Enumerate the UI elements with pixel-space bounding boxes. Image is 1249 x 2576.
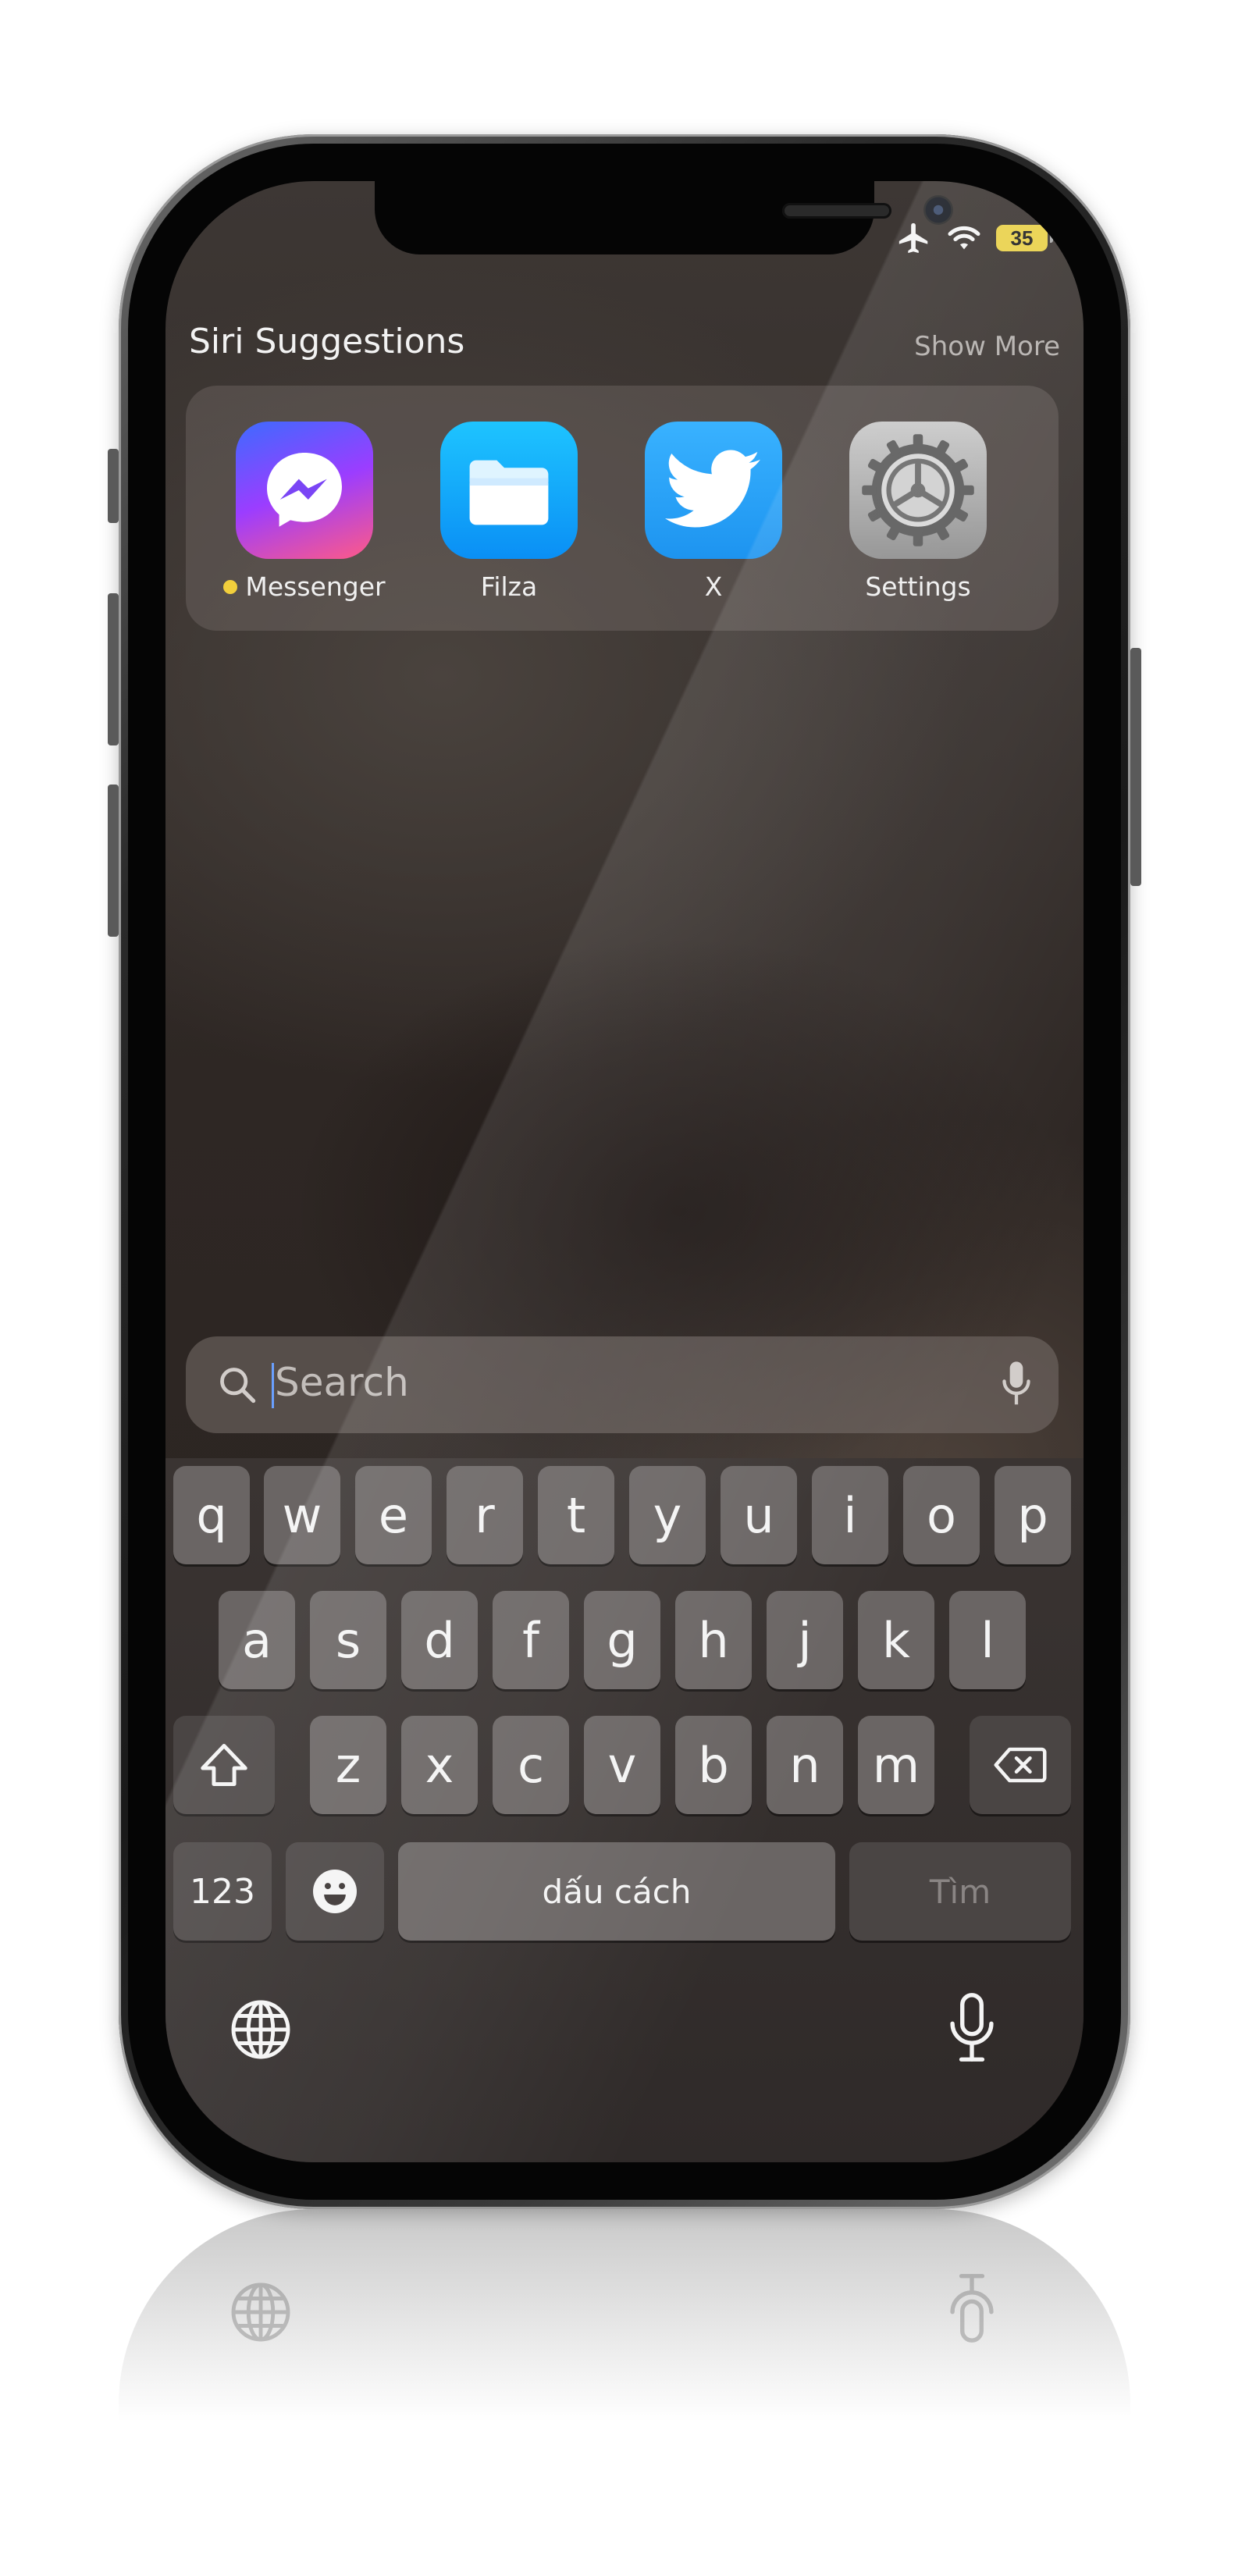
key-d[interactable]: d <box>401 1591 478 1689</box>
earpiece-speaker <box>782 203 891 219</box>
app-filza[interactable]: Filza <box>415 422 603 602</box>
dictation-icon[interactable] <box>946 1992 998 2067</box>
key-j[interactable]: j <box>767 1591 843 1689</box>
phone-reflection <box>119 2209 1130 2459</box>
dictation-icon-reflection <box>950 2274 994 2343</box>
key-b[interactable]: b <box>675 1716 752 1814</box>
status-bar: 35 <box>896 219 1053 258</box>
battery-icon: 35 <box>996 225 1053 251</box>
volume-up-button <box>108 593 119 745</box>
key-f[interactable]: f <box>493 1591 569 1689</box>
shift-icon <box>201 1744 247 1786</box>
key-a[interactable]: a <box>219 1591 295 1689</box>
key-n[interactable]: n <box>767 1716 843 1814</box>
key-r[interactable]: r <box>447 1466 523 1564</box>
app-label: Settings <box>865 571 971 602</box>
twitter-bird-icon <box>645 422 782 559</box>
emoji-icon <box>313 1870 357 1913</box>
silent-switch <box>108 449 119 523</box>
microphone-icon[interactable] <box>1001 1360 1032 1411</box>
globe-icon-reflection <box>231 2282 290 2342</box>
siri-suggestions-title: Siri Suggestions <box>189 322 465 361</box>
app-label: Filza <box>480 571 538 602</box>
folder-icon <box>440 422 578 559</box>
space-key[interactable]: dấu cách <box>398 1842 835 1941</box>
shift-key[interactable] <box>173 1716 275 1814</box>
key-y[interactable]: y <box>629 1466 706 1564</box>
search-return-key[interactable]: Tìm <box>849 1842 1071 1941</box>
app-label: X <box>704 571 723 602</box>
key-v[interactable]: v <box>584 1716 660 1814</box>
key-h[interactable]: h <box>675 1591 752 1689</box>
backspace-key[interactable] <box>970 1716 1071 1814</box>
app-settings[interactable]: Settings <box>824 422 1012 602</box>
key-g[interactable]: g <box>584 1591 660 1689</box>
search-input[interactable]: Search <box>275 1360 409 1405</box>
globe-icon[interactable] <box>228 1997 294 2065</box>
wifi-icon <box>946 222 982 254</box>
key-i[interactable]: i <box>812 1466 888 1564</box>
airplane-icon <box>896 220 932 256</box>
messenger-icon <box>236 422 373 559</box>
key-w[interactable]: w <box>264 1466 340 1564</box>
app-x[interactable]: X <box>620 422 807 602</box>
numbers-key[interactable]: 123 <box>173 1842 272 1941</box>
search-bar[interactable]: Search <box>186 1336 1059 1433</box>
key-o[interactable]: o <box>903 1466 980 1564</box>
key-k[interactable]: k <box>858 1591 934 1689</box>
siri-suggestions-panel: Messenger Filza X Settings <box>186 386 1059 631</box>
emoji-key[interactable] <box>286 1842 384 1941</box>
screen: 35 Siri Suggestions Show More Messenger <box>165 181 1084 2162</box>
key-q[interactable]: q <box>173 1466 250 1564</box>
gear-icon <box>849 422 987 559</box>
key-z[interactable]: z <box>310 1716 386 1814</box>
app-messenger[interactable]: Messenger <box>211 422 398 602</box>
key-m[interactable]: m <box>858 1716 934 1814</box>
new-badge-dot <box>223 579 238 594</box>
power-button <box>1130 648 1141 886</box>
key-e[interactable]: e <box>355 1466 432 1564</box>
key-c[interactable]: c <box>493 1716 569 1814</box>
show-more-link[interactable]: Show More <box>914 331 1060 362</box>
search-icon <box>217 1364 258 1408</box>
key-u[interactable]: u <box>721 1466 797 1564</box>
key-l[interactable]: l <box>949 1591 1026 1689</box>
key-t[interactable]: t <box>538 1466 614 1564</box>
volume-down-button <box>108 785 119 937</box>
text-cursor <box>272 1363 274 1408</box>
backspace-icon <box>994 1747 1047 1783</box>
keyboard: q w e r t y u i o p a s d f g h j k l z … <box>165 1458 1084 2162</box>
key-p[interactable]: p <box>995 1466 1071 1564</box>
app-label: Messenger <box>245 571 386 602</box>
key-s[interactable]: s <box>310 1591 386 1689</box>
notch <box>375 181 953 254</box>
key-x[interactable]: x <box>401 1716 478 1814</box>
